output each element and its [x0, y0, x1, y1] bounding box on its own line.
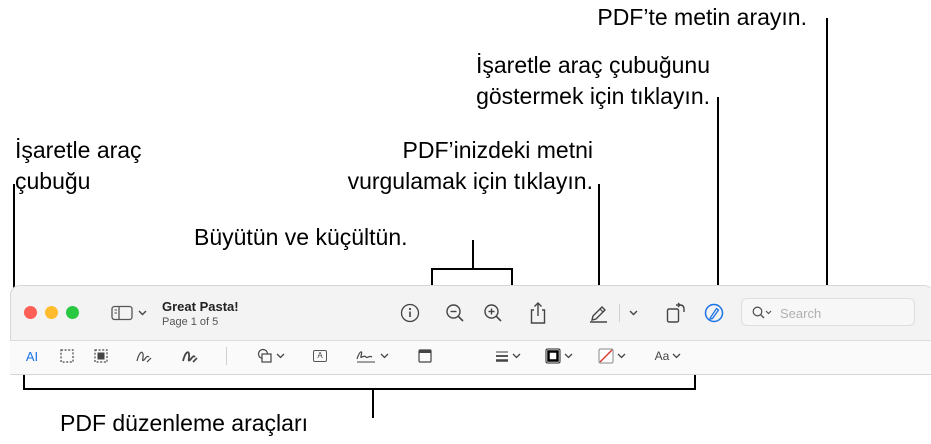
info-icon	[400, 303, 420, 323]
chevron-down-icon	[276, 353, 284, 359]
note-tool[interactable]	[415, 346, 435, 366]
search-placeholder: Search	[780, 306, 822, 321]
text-selection-tool[interactable]: AI	[22, 347, 42, 365]
search-field[interactable]: Search	[741, 298, 915, 326]
zoom-out-button[interactable]	[444, 302, 466, 324]
callout-highlight-line2: vurgulamak için tıklayın.	[347, 168, 593, 194]
callout-search-pdf-text: PDF’te metin arayın.	[597, 4, 807, 30]
text-box-icon: A	[313, 350, 327, 362]
leader-zoom-bar	[431, 268, 513, 270]
text-style-tool[interactable]: Aa	[650, 346, 686, 366]
callout-show-markup: İşaretle araç çubuğunu göstermek için tı…	[476, 50, 710, 112]
shapes-icon	[257, 348, 272, 363]
rotate-icon	[666, 302, 685, 323]
callout-edit-tools-text: PDF düzenleme araçları	[60, 410, 308, 436]
sketch-tool[interactable]	[134, 346, 154, 366]
sidebar-icon	[111, 305, 133, 321]
leader-search	[826, 18, 828, 296]
chevron-down-icon	[672, 353, 681, 359]
zoom-out-icon	[446, 304, 464, 322]
smart-lasso-icon	[94, 349, 108, 363]
highlight-button[interactable]	[586, 300, 610, 324]
draw-tool[interactable]	[180, 346, 200, 366]
callout-markup-toolbar-line1: İşaretle araç	[15, 137, 142, 163]
text-selection-icon: AI	[25, 348, 39, 364]
leader-markup-button	[717, 97, 719, 299]
info-button[interactable]	[399, 302, 421, 324]
callout-search-pdf: PDF’te metin arayın.	[597, 2, 807, 33]
page-indicator: Page 1 of 5	[162, 316, 219, 328]
toolbar-separator	[619, 304, 620, 322]
chevron-down-icon	[138, 310, 147, 316]
chevron-down-icon	[564, 353, 573, 359]
sign-tool[interactable]	[354, 346, 390, 366]
text-style-icon: Aa	[654, 349, 670, 363]
markup-icon	[704, 303, 724, 323]
callout-show-markup-line1: İşaretle araç çubuğunu	[476, 52, 710, 78]
callout-zoom-text: Büyütün ve küçültün.	[194, 224, 408, 250]
highlight-pen-icon	[590, 306, 607, 323]
zoom-window-button[interactable]	[66, 306, 79, 319]
callout-highlight: PDF’inizdeki metni vurgulamak için tıkla…	[348, 135, 593, 197]
chevron-down-icon	[629, 310, 637, 316]
smart-lasso-tool[interactable]	[92, 347, 110, 365]
leader-edit-bar	[23, 388, 696, 390]
callout-zoom: Büyütün ve küçültün.	[194, 222, 408, 253]
shapes-tool[interactable]	[254, 346, 286, 366]
zoom-in-button[interactable]	[482, 302, 504, 324]
markup-button[interactable]	[703, 302, 725, 324]
leader-highlight	[598, 184, 600, 299]
rotate-button[interactable]	[664, 300, 688, 326]
chevron-down-icon	[617, 353, 626, 359]
leader-edit-stem	[372, 388, 374, 418]
share-button[interactable]	[527, 300, 549, 326]
sign-icon	[356, 351, 375, 363]
fill-color-icon	[598, 348, 614, 364]
callout-highlight-line1: PDF’inizdeki metni	[402, 137, 593, 163]
shape-style-icon	[496, 351, 508, 362]
search-icon	[752, 306, 772, 319]
callout-edit-tools: PDF düzenleme araçları	[60, 408, 308, 439]
chevron-down-icon	[512, 353, 521, 359]
text-box-tool[interactable]: A	[309, 346, 331, 366]
note-icon	[418, 349, 432, 363]
callout-markup-toolbar: İşaretle araç çubuğu	[15, 135, 142, 197]
chevron-down-icon	[380, 353, 389, 359]
leader-edit-right	[694, 373, 696, 390]
minimize-button[interactable]	[45, 306, 58, 319]
leader-zoom-stem	[472, 240, 474, 269]
fill-color-tool[interactable]	[594, 346, 630, 366]
sidebar-toggle-button[interactable]	[108, 303, 150, 323]
zoom-in-icon	[484, 304, 502, 322]
callout-markup-toolbar-line2: çubuğu	[15, 168, 91, 194]
close-button[interactable]	[24, 306, 37, 319]
callout-show-markup-line2: göstermek için tıklayın.	[476, 83, 710, 109]
document-title: Great Pasta!	[162, 299, 239, 314]
rect-selection-tool[interactable]	[58, 347, 76, 365]
markup-separator	[226, 347, 227, 365]
share-icon	[530, 302, 546, 324]
text-selection-glyph: A	[25, 348, 35, 364]
border-color-tool[interactable]	[541, 346, 577, 366]
border-color-icon	[545, 348, 561, 364]
highlight-options-button[interactable]	[626, 306, 640, 320]
rect-selection-icon	[60, 349, 74, 363]
sketch-icon	[136, 351, 152, 363]
shape-style-tool[interactable]	[492, 346, 524, 366]
draw-icon	[182, 351, 198, 363]
